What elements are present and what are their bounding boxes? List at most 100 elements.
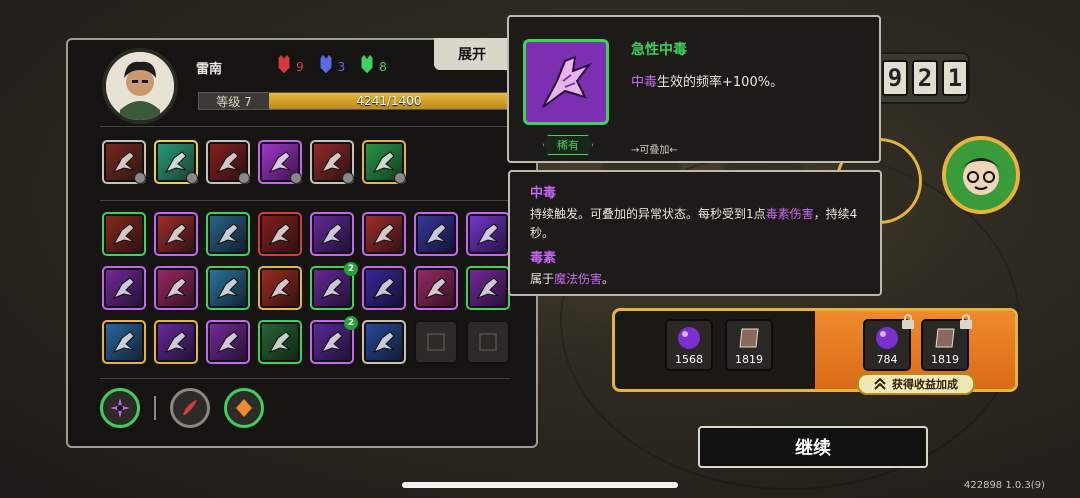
reward-panel: 1568 1819 784 1819 获得收益加成 <box>612 308 1018 395</box>
version-label: 422898 1.0.3(9) <box>964 480 1045 491</box>
skill-level-badge: 2 <box>344 316 358 330</box>
passive-level-dot <box>342 172 354 184</box>
cross-slash-icon[interactable] <box>362 320 406 364</box>
shuriken-icon[interactable] <box>100 388 140 428</box>
hero-portrait[interactable] <box>942 136 1020 214</box>
poison-damage-keyword[interactable]: 毒素伤害 <box>766 207 814 221</box>
passive-level-dot <box>238 172 250 184</box>
shadow-icon[interactable] <box>414 212 458 256</box>
item-title: 急性中毒 <box>631 42 687 58</box>
effect-tooltip: 中毒 持续触发。可叠加的异常状态。每秒受到1点毒素伤害，持续4秒。 毒素 属于魔… <box>508 170 882 296</box>
red-key-icon <box>277 54 291 74</box>
passive-level-dot <box>290 172 302 184</box>
effect-text: 持续触发。可叠加的异常状态。每秒受到1点 <box>530 207 766 221</box>
scroll-icon <box>935 328 955 348</box>
tower-icon[interactable] <box>258 266 302 310</box>
bonus-button[interactable]: 获得收益加成 <box>857 373 975 395</box>
empty-slot-icon[interactable] <box>466 320 510 364</box>
spiral-icon[interactable] <box>102 212 146 256</box>
venom-heart-icon[interactable] <box>258 140 302 184</box>
star-icon[interactable] <box>206 266 250 310</box>
passive-level-dot <box>134 172 146 184</box>
passive-row <box>102 140 406 184</box>
description-text: 生效的频率+100%。 <box>657 75 784 90</box>
continue-button[interactable]: 继续 <box>698 426 928 468</box>
soul-orb-icon <box>678 327 700 349</box>
blue-key-icon <box>319 54 333 74</box>
divider <box>154 396 156 420</box>
gem-icon[interactable] <box>224 388 264 428</box>
acute-poison-icon <box>523 39 609 125</box>
skill-row: 2 <box>102 316 510 364</box>
scroll-icon <box>739 328 759 348</box>
claw-purple-icon[interactable] <box>206 320 250 364</box>
character-name: 雷南 <box>196 62 223 77</box>
key-counter: 9 <box>276 54 304 74</box>
poison-keyword[interactable]: 中毒 <box>631 75 657 90</box>
skill-row <box>102 212 510 256</box>
timer-digit: 2 <box>912 60 938 96</box>
divider <box>100 126 510 127</box>
effect-heading: 中毒 <box>530 186 557 201</box>
key-counters: 9 3 8 <box>276 54 387 74</box>
reward-scrolls-locked[interactable]: 1819 <box>921 314 972 371</box>
magic-damage-keyword[interactable]: 魔法伤害 <box>554 272 602 286</box>
stackable-label: →可叠加← <box>631 145 678 156</box>
slash-icon[interactable] <box>258 212 302 256</box>
arrows-icon[interactable] <box>154 212 198 256</box>
dash-icon[interactable] <box>102 320 146 364</box>
passive-level-dot <box>394 172 406 184</box>
key-count: 3 <box>337 60 346 74</box>
grass-icon[interactable] <box>258 320 302 364</box>
exp-value: 4241/1400 <box>269 93 509 109</box>
key-counter: 8 <box>359 54 387 74</box>
green-key-icon <box>360 54 374 74</box>
home-indicator[interactable] <box>402 482 678 488</box>
effect-description: 持续触发。可叠加的异常状态。每秒受到1点毒素伤害，持续4秒。 <box>530 205 860 243</box>
reward-souls[interactable]: 1568 <box>665 319 713 371</box>
ears-icon[interactable] <box>154 320 198 364</box>
poison-hand-icon[interactable] <box>466 266 510 310</box>
divider <box>100 378 510 379</box>
orb-icon[interactable] <box>154 266 198 310</box>
skill-level-badge: 2 <box>344 262 358 276</box>
crown-icon[interactable]: 2 <box>310 262 358 310</box>
passive-level-dot <box>186 172 198 184</box>
bottom-icon-row <box>100 388 264 428</box>
armor-icon[interactable] <box>310 140 354 184</box>
soul-orb-icon <box>876 327 898 349</box>
reward-value: 1819 <box>735 353 763 366</box>
reward-value: 1819 <box>931 353 959 366</box>
item-description: 中毒生效的频率+100%。 <box>631 71 783 90</box>
blade-icon[interactable] <box>362 266 406 310</box>
mask-icon[interactable] <box>466 212 510 256</box>
timer-digit: 1 <box>942 60 968 96</box>
wind-blade-icon[interactable] <box>154 140 198 184</box>
toxin-text: 。 <box>602 272 615 286</box>
reward-value: 1568 <box>675 353 703 366</box>
claw-icon[interactable] <box>102 140 146 184</box>
feather-icon[interactable] <box>170 388 210 428</box>
spike-icon[interactable]: 2 <box>310 316 358 364</box>
book-icon[interactable] <box>414 266 458 310</box>
beast-icon[interactable] <box>206 140 250 184</box>
fist-icon[interactable] <box>362 212 406 256</box>
character-panel: 展开 雷南 9 3 8 等级 7 4241/1400 2 2 <box>66 38 538 448</box>
avatar[interactable] <box>102 48 178 124</box>
bonus-label: 获得收益加成 <box>892 378 958 391</box>
empty-slot-icon[interactable] <box>414 320 458 364</box>
toxin-heading: 毒素 <box>530 251 557 266</box>
hero-face-icon <box>961 158 1001 195</box>
skill-row: 2 <box>102 262 510 310</box>
reward-scrolls[interactable]: 1819 <box>725 319 773 371</box>
divider <box>100 200 510 201</box>
dagger-icon[interactable] <box>310 212 354 256</box>
key-counter: 3 <box>318 54 346 74</box>
demon-icon[interactable] <box>102 266 146 310</box>
lock-icon <box>902 314 914 329</box>
toxin-description: 属于魔法伤害。 <box>530 270 860 289</box>
key-count: 9 <box>296 60 304 74</box>
syringe-icon[interactable] <box>362 140 406 184</box>
reward-souls-locked[interactable]: 784 <box>863 314 914 371</box>
burst-icon[interactable] <box>206 212 250 256</box>
